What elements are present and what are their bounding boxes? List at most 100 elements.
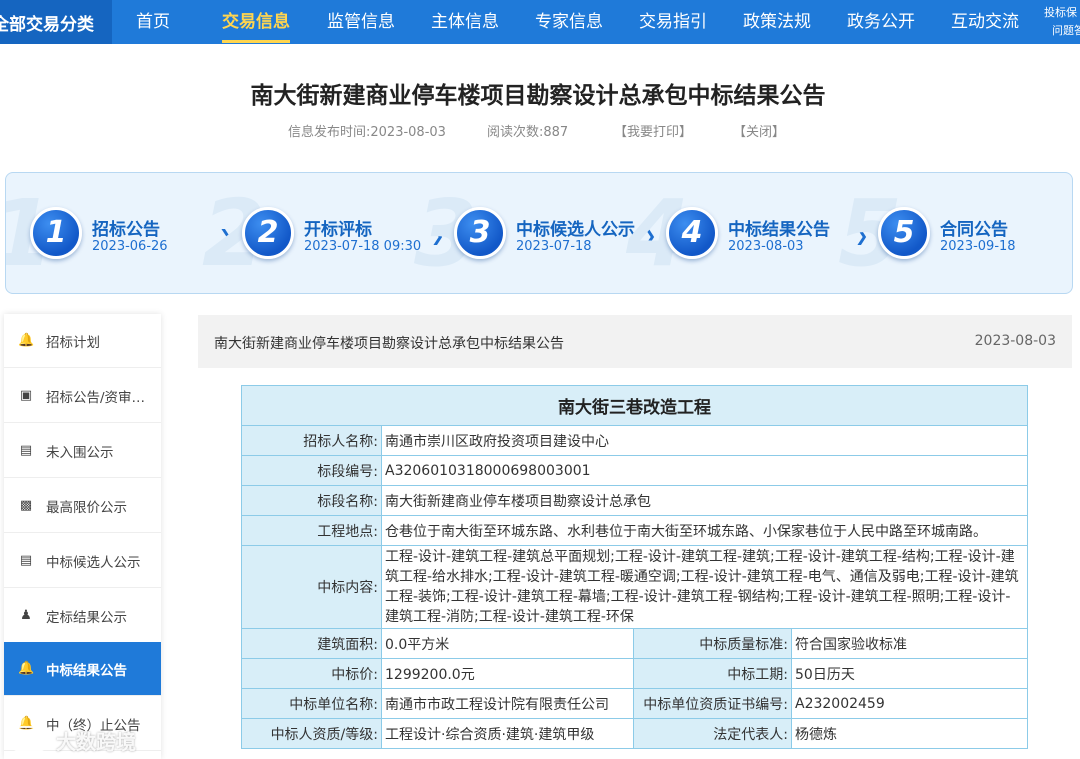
- table-row: 中标人资质/等级: 工程设计·综合资质·建筑·建筑甲级 法定代表人: 杨德炼: [241, 718, 1028, 749]
- sidebar-item-label: 定标结果公示: [46, 609, 127, 626]
- area-value: 0.0平方米: [381, 628, 634, 659]
- person-icon: ♟: [20, 607, 32, 623]
- nav-faq-link[interactable]: 投标保 问题答: [1044, 4, 1080, 40]
- sidebar-item-label: 招标公告/资审…: [46, 389, 146, 406]
- nav-expert-info[interactable]: 专家信息: [535, 0, 603, 44]
- section-name-value: 南大街新建商业停车楼项目勘察设计总承包: [381, 485, 1028, 516]
- step-date: 2023-07-18: [516, 239, 592, 254]
- step-number-badge: 3: [454, 207, 506, 259]
- step-number-badge: 5: [878, 207, 930, 259]
- period-value: 50日历天: [791, 658, 1028, 689]
- scope-label: 中标内容:: [241, 545, 382, 629]
- step-number-badge: 2: [242, 207, 294, 259]
- sidebar-item-label: 中标结果公告: [46, 662, 127, 679]
- nav-supervision-info[interactable]: 监管信息: [327, 0, 395, 44]
- cert-label: 中标单位资质证书编号:: [633, 688, 792, 719]
- all-categories-label: 全部交易分类: [0, 14, 94, 35]
- nav-interaction[interactable]: 互动交流: [951, 0, 1019, 44]
- sidebar-item-label: 最高限价公示: [46, 499, 127, 516]
- content-header-date: 2023-08-03: [974, 333, 1056, 349]
- process-steps: 1 1 招标公告 2023-06-26 ❯ 2 2 开标评标 2023-07-1…: [5, 172, 1073, 294]
- price-value: 1299200.0元: [381, 658, 634, 689]
- winner-label: 中标单位名称:: [241, 688, 382, 719]
- top-nav: 全部交易分类 首页 交易信息 监管信息 主体信息 专家信息 交易指引 政策法规 …: [0, 0, 1080, 44]
- area-label: 建筑面积:: [241, 628, 382, 659]
- step-date: 2023-06-26: [92, 239, 168, 254]
- watermark: 大数跨境: [6, 722, 156, 756]
- section-no-value: A3206010318000698003001: [381, 455, 1028, 486]
- location-value: 仓巷位于南大街至环城东路、水利巷位于南大街至环城东路、小保家巷位于人民中路至环城…: [381, 515, 1028, 546]
- quality-label: 中标质量标准:: [633, 628, 792, 659]
- legal-rep-value: 杨德炼: [791, 718, 1028, 749]
- table-row: 工程地点: 仓巷位于南大街至环城东路、水利巷位于南大街至环城东路、小保家巷位于人…: [241, 515, 1028, 546]
- read-count: 阅读次数:887: [487, 125, 569, 140]
- scope-value: 工程-设计-建筑工程-建筑总平面规划;工程-设计-建筑工程-建筑;工程-设计-建…: [381, 545, 1028, 629]
- table-row: 建筑面积: 0.0平方米 中标质量标准: 符合国家验收标准: [241, 628, 1028, 659]
- section-no-label: 标段编号:: [241, 455, 382, 486]
- section-name-label: 标段名称:: [241, 485, 382, 516]
- step-name: 合同公告: [940, 220, 1008, 240]
- page-title: 南大街新建商业停车楼项目勘察设计总承包中标结果公告: [250, 83, 826, 109]
- content-header-title: 南大街新建商业停车楼项目勘察设计总承包中标结果公告: [214, 336, 564, 352]
- sidebar-item-not-shortlisted[interactable]: ▤ 未入围公示: [4, 424, 161, 478]
- sidebar-item-candidates[interactable]: ▤ 中标候选人公示: [4, 534, 161, 588]
- price-tag-icon: ▩: [19, 497, 33, 513]
- step-name: 中标候选人公示: [516, 220, 635, 240]
- briefcase-icon: ▤: [19, 442, 33, 458]
- watermark-text: 大数跨境: [56, 730, 136, 754]
- nav-faq-line1: 投标保: [1044, 6, 1077, 19]
- tenderer-value: 南通市崇川区政府投资项目建设中心: [381, 425, 1028, 456]
- table-row: 招标人名称: 南通市崇川区政府投资项目建设中心: [241, 425, 1028, 456]
- all-categories-button[interactable]: 全部交易分类: [0, 0, 112, 44]
- sidebar: 🔔 招标计划 ▣ 招标公告/资审… ▤ 未入围公示 ▩ 最高限价公示 ▤ 中标候…: [4, 314, 161, 759]
- project-name: 南大街三巷改造工程: [241, 385, 1028, 426]
- step-name: 中标结果公告: [728, 220, 830, 240]
- content-header: 南大街新建商业停车楼项目勘察设计总承包中标结果公告 2023-08-03: [198, 315, 1072, 368]
- price-label: 中标价:: [241, 658, 382, 689]
- table-row: 中标单位名称: 南通市市政工程设计院有限责任公司 中标单位资质证书编号: A23…: [241, 688, 1028, 719]
- nav-trade-guide[interactable]: 交易指引: [639, 0, 707, 44]
- step-number-badge: 1: [30, 207, 82, 259]
- step-date: 2023-09-18: [940, 239, 1016, 254]
- print-link[interactable]: 【我要打印】: [614, 121, 692, 140]
- close-link[interactable]: 【关闭】: [733, 121, 785, 140]
- sidebar-item-label: 招标计划: [46, 334, 100, 351]
- step-date: 2023-07-18 09:30: [304, 239, 422, 254]
- nav-faq-line2: 问题答: [1052, 24, 1080, 37]
- bell-icon: 🔔: [18, 332, 35, 348]
- table-row: 南大街三巷改造工程: [241, 385, 1028, 426]
- sidebar-item-tender-plan[interactable]: 🔔 招标计划: [4, 314, 161, 368]
- document-icon: ▤: [19, 552, 33, 568]
- sidebar-item-tender-notice[interactable]: ▣ 招标公告/资审…: [4, 369, 161, 423]
- nav-policy-regulations[interactable]: 政策法规: [743, 0, 811, 44]
- sidebar-item-award-decision[interactable]: ♟ 定标结果公示: [4, 589, 161, 643]
- sidebar-item-label: 未入围公示: [46, 444, 114, 461]
- step-name: 开标评标: [304, 220, 372, 240]
- bell-icon: 🔔: [18, 660, 35, 676]
- winner-value: 南通市市政工程设计院有限责任公司: [381, 688, 634, 719]
- step-date: 2023-08-03: [728, 239, 804, 254]
- nav-subject-info[interactable]: 主体信息: [431, 0, 499, 44]
- publish-time: 信息发布时间:2023-08-03: [288, 125, 446, 140]
- tenderer-label: 招标人名称:: [241, 425, 382, 456]
- table-row: 标段编号: A3206010318000698003001: [241, 455, 1028, 486]
- watermark-logo-icon: [8, 726, 50, 752]
- qualification-value: 工程设计·综合资质·建筑·建筑甲级: [381, 718, 634, 749]
- sidebar-item-label: 中标候选人公示: [46, 554, 141, 571]
- table-row: 标段名称: 南大街新建商业停车楼项目勘察设计总承包: [241, 485, 1028, 516]
- legal-rep-label: 法定代表人:: [633, 718, 792, 749]
- award-result-table: 南大街三巷改造工程 招标人名称: 南通市崇川区政府投资项目建设中心 标段编号: …: [241, 385, 1028, 749]
- qualification-label: 中标人资质/等级:: [241, 718, 382, 749]
- quality-value: 符合国家验收标准: [791, 628, 1028, 659]
- sidebar-item-award-result[interactable]: 🔔 中标结果公告: [4, 642, 161, 696]
- nav-trade-info[interactable]: 交易信息: [222, 0, 290, 44]
- nav-home[interactable]: 首页: [136, 0, 170, 44]
- megaphone-icon: ▣: [19, 387, 33, 403]
- location-label: 工程地点:: [241, 515, 382, 546]
- table-row: 中标价: 1299200.0元 中标工期: 50日历天: [241, 658, 1028, 689]
- cert-value: A232002459: [791, 688, 1028, 719]
- nav-government-affairs[interactable]: 政务公开: [847, 0, 915, 44]
- step-name: 招标公告: [92, 220, 160, 240]
- sidebar-item-max-price[interactable]: ▩ 最高限价公示: [4, 479, 161, 533]
- step-number-badge: 4: [666, 207, 718, 259]
